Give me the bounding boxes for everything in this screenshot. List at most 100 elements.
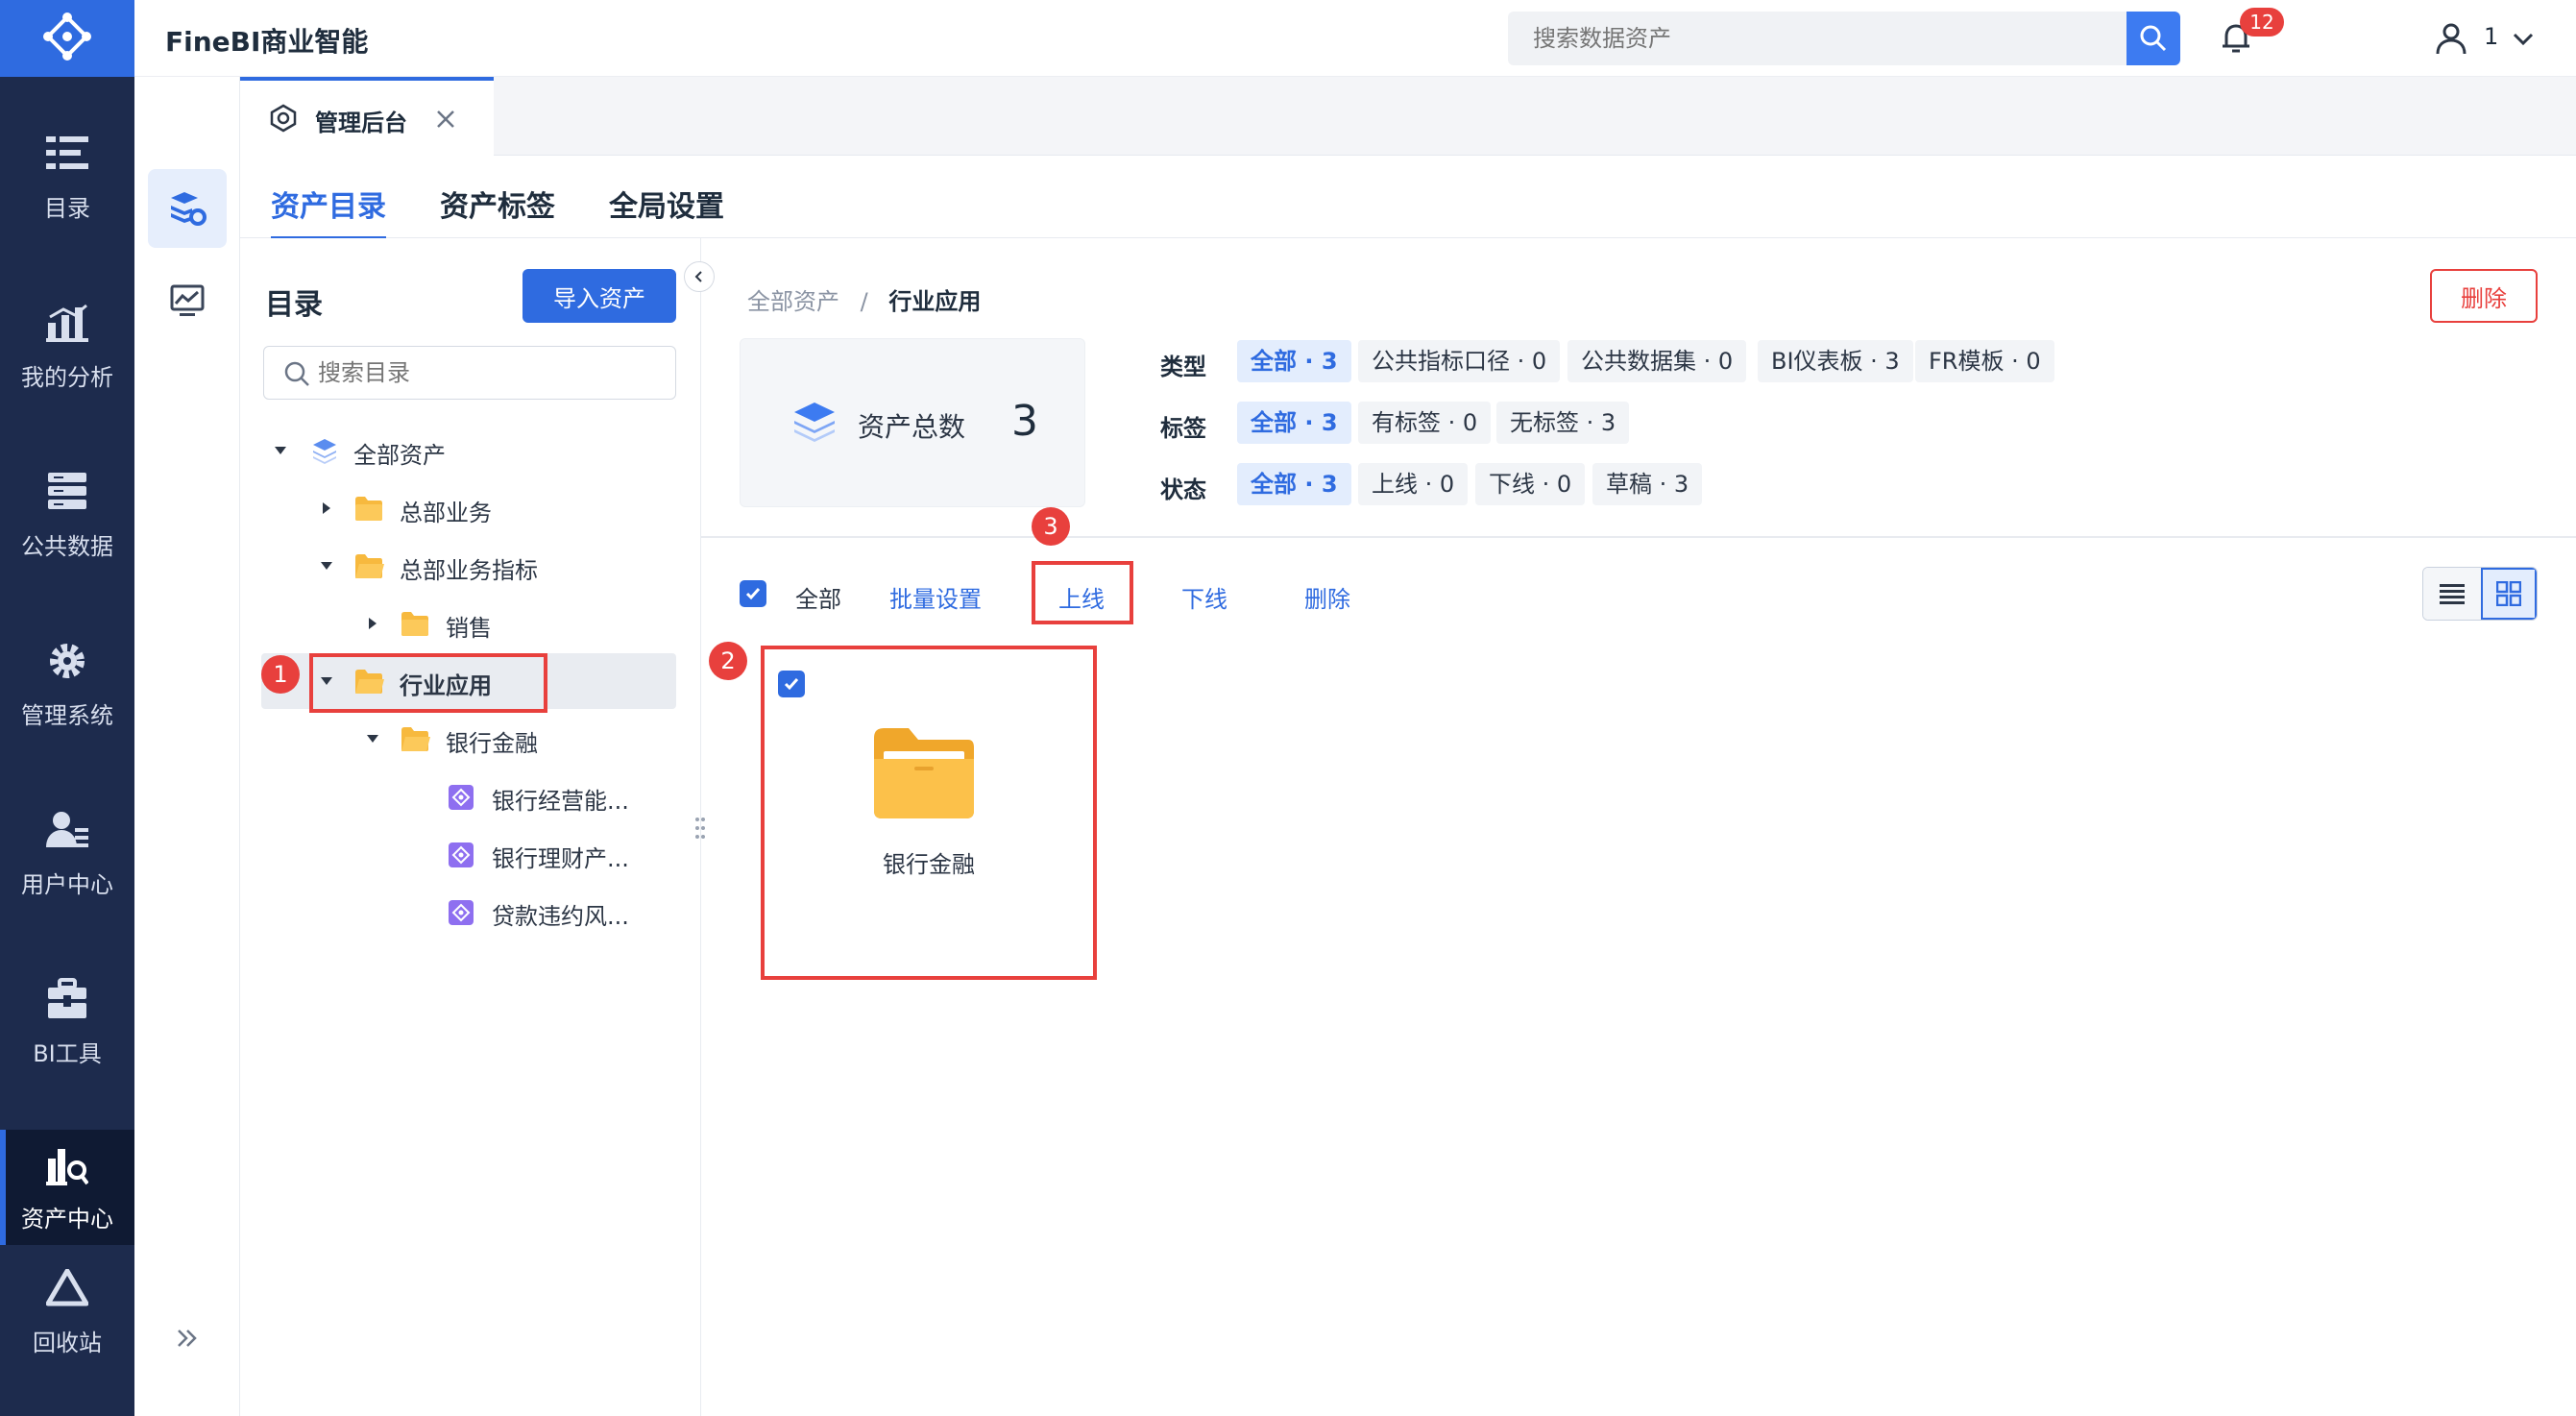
folder-icon <box>355 497 382 521</box>
filter-type-title: 类型 <box>1160 354 1206 380</box>
caret-right-icon[interactable] <box>317 499 336 518</box>
caret-right-icon[interactable] <box>363 614 382 633</box>
filter-chip-type-dataset[interactable]: 公共数据集 · 0 <box>1567 340 1747 382</box>
filter-chip-type-all[interactable]: 全部 · 3 <box>1237 340 1351 382</box>
tree-node-label: 全部资产 <box>353 442 446 469</box>
caret-down-icon[interactable] <box>363 729 382 748</box>
tree-node-label: 贷款违约风... <box>492 903 629 930</box>
tree-search-input[interactable] <box>318 356 664 389</box>
tree-node-label: 银行理财产... <box>492 845 629 872</box>
app-logo[interactable] <box>0 0 134 77</box>
top-header: FineBI商业智能 <box>134 0 2576 77</box>
select-all-checkbox[interactable] <box>740 580 766 607</box>
step-marker-3: 3 <box>1032 507 1070 546</box>
filter-chip-tag-all[interactable]: 全部 · 3 <box>1237 402 1351 444</box>
filter-chip-type-metric[interactable]: 公共指标口径 · 0 <box>1358 340 1561 382</box>
nav-item-admin-system[interactable]: 管理系统 <box>0 607 134 761</box>
tree-node-label: 销售 <box>446 615 492 642</box>
list-view-button[interactable] <box>2423 568 2481 620</box>
import-asset-button[interactable]: 导入资产 <box>522 269 676 323</box>
asset-total-label: 资产总数 <box>858 411 966 443</box>
filter-chip-status-all[interactable]: 全部 · 3 <box>1237 463 1351 505</box>
offline-button[interactable]: 下线 <box>1181 580 1227 614</box>
tree-node-dashboard[interactable]: 银行理财产... <box>261 826 676 882</box>
caret-down-icon[interactable] <box>317 556 336 575</box>
folder-icon <box>401 612 428 636</box>
dashboard-icon <box>449 900 474 925</box>
tree-node-sales[interactable]: 销售 <box>261 596 676 651</box>
nav-label: 管理系统 <box>21 701 113 729</box>
nav-label: 目录 <box>44 194 90 222</box>
select-all-label[interactable]: 全部 <box>795 580 841 614</box>
search-input[interactable] <box>1508 12 2132 65</box>
close-icon[interactable] <box>434 108 457 131</box>
collapse-panel-button[interactable] <box>684 261 715 292</box>
tab-global-settings[interactable]: 全局设置 <box>609 183 724 225</box>
dashboard-icon <box>449 785 474 810</box>
breadcrumb-root[interactable]: 全部资产 <box>747 288 839 315</box>
gear-icon <box>45 639 89 683</box>
tree-node-bank-finance[interactable]: 银行金融 <box>261 711 676 767</box>
chevron-left-icon <box>694 271 702 282</box>
tree-title: 目录 <box>265 288 323 322</box>
settings-hex-icon <box>270 104 297 133</box>
caret-down-icon[interactable] <box>271 441 290 460</box>
step-marker-1: 1 <box>261 655 300 694</box>
tree-node-dashboard[interactable]: 银行经营能... <box>261 769 676 824</box>
nav-item-bi-tools[interactable]: BI工具 <box>0 945 134 1099</box>
catalog-icon <box>45 132 89 176</box>
tab-admin-active[interactable]: 管理后台 <box>240 77 494 156</box>
layers-icon <box>794 403 835 442</box>
nav-item-user-center[interactable]: 用户中心 <box>0 776 134 930</box>
grid-icon <box>2496 581 2521 606</box>
public-data-icon <box>45 470 89 514</box>
breadcrumb-current: 行业应用 <box>888 288 982 315</box>
delete-button[interactable]: 删除 <box>2430 269 2538 323</box>
user-name[interactable]: 1 <box>2484 23 2498 50</box>
user-center-icon <box>45 808 89 852</box>
grid-view-button[interactable] <box>2481 568 2537 620</box>
filter-chip-tag-tagged[interactable]: 有标签 · 0 <box>1358 402 1492 444</box>
filter-chip-type-fr-template[interactable]: FR模板 · 0 <box>1915 340 2054 382</box>
search-icon <box>2140 25 2167 52</box>
batch-settings-button[interactable]: 批量设置 <box>889 580 982 614</box>
tree-node-all-assets[interactable]: 全部资产 <box>261 423 676 478</box>
filter-chip-status-online[interactable]: 上线 · 0 <box>1358 463 1469 505</box>
app-title: FineBI商业智能 <box>165 26 369 58</box>
tree-node-hq-business[interactable]: 总部业务 <box>261 480 676 536</box>
filter-chip-status-offline[interactable]: 下线 · 0 <box>1475 463 1586 505</box>
tree-node-dashboard[interactable]: 贷款违约风... <box>261 884 676 940</box>
search-icon <box>284 361 309 386</box>
search-button[interactable] <box>2126 12 2180 65</box>
nav-item-my-analysis[interactable]: 我的分析 <box>0 269 134 423</box>
card-checkbox[interactable] <box>778 671 805 697</box>
rail-item-monitor[interactable] <box>148 261 227 340</box>
view-toggle <box>2422 567 2538 621</box>
highlight-box-online <box>1032 561 1133 624</box>
asset-card[interactable]: 银行金融 <box>761 646 1097 980</box>
step-marker-2: 2 <box>709 642 747 680</box>
tree-node-label: 总部业务指标 <box>400 557 538 584</box>
nav-item-public-data[interactable]: 公共数据 <box>0 438 134 592</box>
rail-item-asset-catalog[interactable] <box>148 169 227 248</box>
nav-label: 回收站 <box>33 1329 102 1356</box>
nav-item-recycle-bin[interactable]: 回收站 <box>0 1249 134 1374</box>
chevron-down-icon[interactable] <box>2509 25 2538 54</box>
resize-handle-icon[interactable] <box>693 815 707 842</box>
monitor-chart-icon <box>170 284 205 316</box>
nav-item-catalog[interactable]: 目录 <box>0 100 134 254</box>
user-icon[interactable] <box>2434 21 2468 56</box>
tab-asset-catalog[interactable]: 资产目录 <box>271 183 386 240</box>
nav-label: 用户中心 <box>21 870 113 898</box>
delete-action-button[interactable]: 删除 <box>1304 580 1350 614</box>
tab-asset-tags[interactable]: 资产标签 <box>440 183 555 225</box>
filter-chip-tag-untagged[interactable]: 无标签 · 3 <box>1496 402 1630 444</box>
breadcrumb: 全部资产 / 行业应用 <box>747 282 981 316</box>
double-chevron-right-icon[interactable] <box>175 1326 200 1351</box>
filter-chip-type-bi-dashboard[interactable]: BI仪表板 · 3 <box>1758 340 1913 382</box>
nav-item-asset-center[interactable]: 资产中心 <box>0 1130 134 1245</box>
filter-chip-status-draft[interactable]: 草稿 · 3 <box>1592 463 1703 505</box>
asset-catalog-icon <box>171 192 207 226</box>
filter-tag-title: 标签 <box>1160 415 1206 442</box>
tree-node-hq-metrics[interactable]: 总部业务指标 <box>261 538 676 594</box>
